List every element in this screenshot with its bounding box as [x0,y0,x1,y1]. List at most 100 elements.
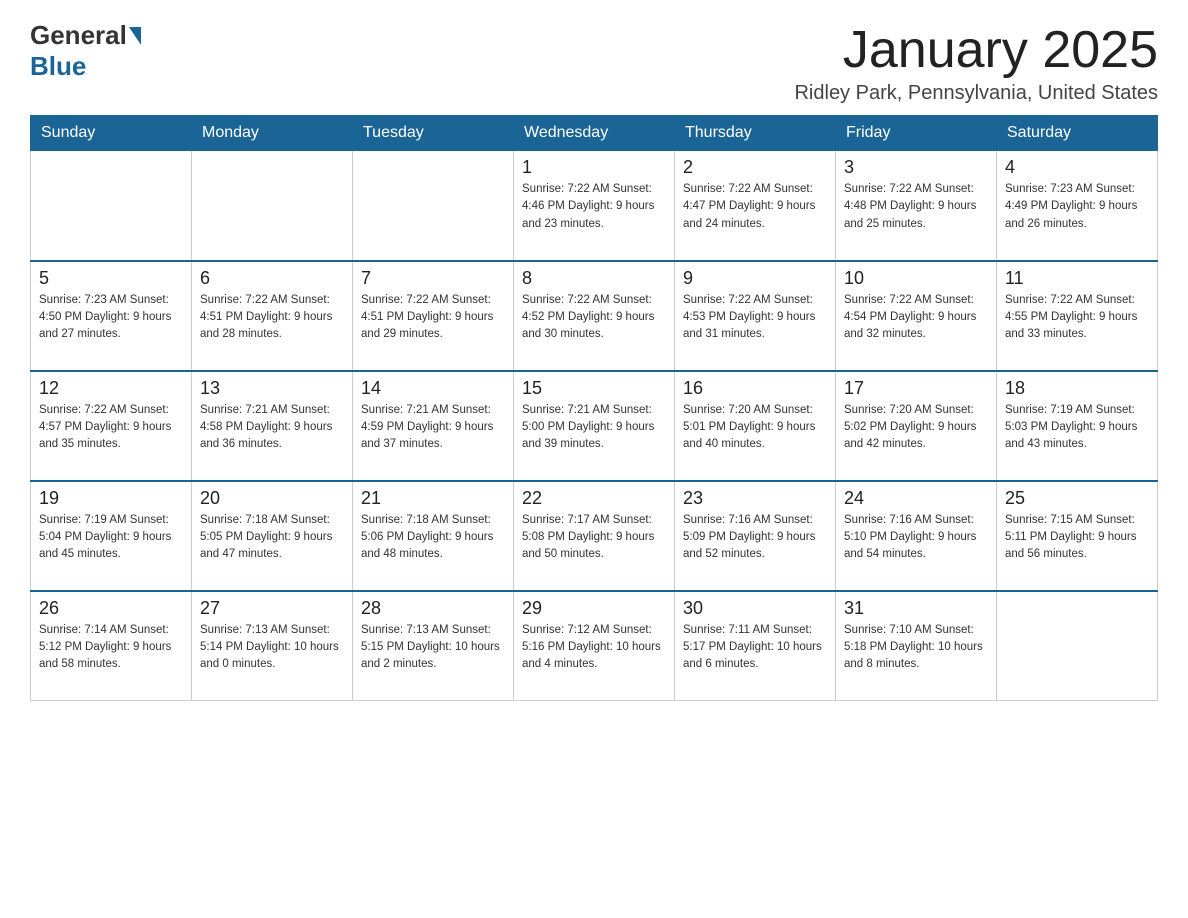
calendar-cell: 21Sunrise: 7:18 AM Sunset: 5:06 PM Dayli… [353,481,514,591]
calendar-week-row: 26 Sunrise: 7:14 AM Sunset: 5:12 PM Dayli… [31,591,1158,701]
day-info: Sunrise: 7:22 AM Sunset: 4:46 PM Dayligh… [522,181,666,233]
calendar-cell: 24 Sunrise: 7:16 AM Sunset: 5:10 PM Dayli… [836,481,997,591]
day-number: 4 [1005,157,1149,178]
day-number: 23 [683,488,827,509]
calendar-cell: 16Sunrise: 7:20 AM Sunset: 5:01 PM Dayli… [675,371,836,481]
day-info: Sunrise: 7:22 AM Sunset: 4:55 PM Dayligh… [1005,292,1149,344]
day-number: 24 [844,488,988,509]
logo-general-text: General [30,20,127,51]
day-number: 18 [1005,378,1149,399]
calendar-cell: 11 Sunrise: 7:22 AM Sunset: 4:55 PM Dayli… [997,261,1158,371]
day-info: Sunrise: 7:22 AM Sunset: 4:53 PM Dayligh… [683,292,827,344]
calendar-cell: 2 Sunrise: 7:22 AM Sunset: 4:47 PM Daylig… [675,151,836,261]
day-number: 8 [522,268,666,289]
day-info: Sunrise: 7:22 AM Sunset: 4:47 PM Dayligh… [683,181,827,233]
calendar-cell: 7Sunrise: 7:22 AM Sunset: 4:51 PM Daylig… [353,261,514,371]
calendar-cell: 9 Sunrise: 7:22 AM Sunset: 4:53 PM Daylig… [675,261,836,371]
month-title: January 2025 [794,20,1158,80]
page-header: General Blue January 2025 Ridley Park, P… [30,20,1158,105]
day-number: 6 [200,268,344,289]
day-info: Sunrise: 7:23 AM Sunset: 4:49 PM Dayligh… [1005,181,1149,233]
calendar-header-row: SundayMondayTuesdayWednesdayThursdayFrid… [31,116,1158,151]
calendar-cell: 10 Sunrise: 7:22 AM Sunset: 4:54 PM Dayli… [836,261,997,371]
calendar-cell [353,151,514,261]
day-number: 28 [361,598,505,619]
day-number: 30 [683,598,827,619]
day-number: 20 [200,488,344,509]
calendar-cell: 23Sunrise: 7:16 AM Sunset: 5:09 PM Dayli… [675,481,836,591]
title-section: January 2025 Ridley Park, Pennsylvania, … [794,20,1158,105]
calendar-cell: 28 Sunrise: 7:13 AM Sunset: 5:15 PM Dayli… [353,591,514,701]
day-number: 25 [1005,488,1149,509]
calendar-cell: 18Sunrise: 7:19 AM Sunset: 5:03 PM Dayli… [997,371,1158,481]
day-number: 7 [361,268,505,289]
day-number: 12 [39,378,183,399]
logo-blue-text: Blue [30,51,86,81]
day-info: Sunrise: 7:22 AM Sunset: 4:51 PM Dayligh… [200,292,344,344]
calendar-cell: 27Sunrise: 7:13 AM Sunset: 5:14 PM Dayli… [192,591,353,701]
day-info: Sunrise: 7:18 AM Sunset: 5:05 PM Dayligh… [200,512,344,564]
day-info: Sunrise: 7:21 AM Sunset: 4:58 PM Dayligh… [200,402,344,454]
day-info: Sunrise: 7:16 AM Sunset: 5:10 PM Dayligh… [844,512,988,564]
logo: General Blue [30,20,143,82]
column-header-tuesday: Tuesday [353,116,514,151]
day-info: Sunrise: 7:21 AM Sunset: 4:59 PM Dayligh… [361,402,505,454]
calendar-cell: 30 Sunrise: 7:11 AM Sunset: 5:17 PM Dayli… [675,591,836,701]
calendar-cell: 5 Sunrise: 7:23 AM Sunset: 4:50 PM Daylig… [31,261,192,371]
calendar-cell: 1 Sunrise: 7:22 AM Sunset: 4:46 PM Daylig… [514,151,675,261]
day-info: Sunrise: 7:22 AM Sunset: 4:54 PM Dayligh… [844,292,988,344]
day-number: 10 [844,268,988,289]
calendar-cell: 17 Sunrise: 7:20 AM Sunset: 5:02 PM Dayli… [836,371,997,481]
column-header-sunday: Sunday [31,116,192,151]
day-info: Sunrise: 7:22 AM Sunset: 4:48 PM Dayligh… [844,181,988,233]
day-info: Sunrise: 7:17 AM Sunset: 5:08 PM Dayligh… [522,512,666,564]
calendar-cell: 13 Sunrise: 7:21 AM Sunset: 4:58 PM Dayli… [192,371,353,481]
location-title: Ridley Park, Pennsylvania, United States [794,82,1158,105]
day-number: 11 [1005,268,1149,289]
day-info: Sunrise: 7:13 AM Sunset: 5:15 PM Dayligh… [361,622,505,674]
calendar-week-row: 5 Sunrise: 7:23 AM Sunset: 4:50 PM Daylig… [31,261,1158,371]
day-number: 1 [522,157,666,178]
calendar-cell [997,591,1158,701]
day-number: 26 [39,598,183,619]
day-info: Sunrise: 7:11 AM Sunset: 5:17 PM Dayligh… [683,622,827,674]
column-header-monday: Monday [192,116,353,151]
column-header-friday: Friday [836,116,997,151]
calendar-cell: 31Sunrise: 7:10 AM Sunset: 5:18 PM Dayli… [836,591,997,701]
day-info: Sunrise: 7:20 AM Sunset: 5:02 PM Dayligh… [844,402,988,454]
day-number: 2 [683,157,827,178]
calendar-cell: 25 Sunrise: 7:15 AM Sunset: 5:11 PM Dayli… [997,481,1158,591]
calendar-cell: 6 Sunrise: 7:22 AM Sunset: 4:51 PM Daylig… [192,261,353,371]
calendar-table: SundayMondayTuesdayWednesdayThursdayFrid… [30,115,1158,701]
day-number: 29 [522,598,666,619]
day-number: 17 [844,378,988,399]
day-number: 15 [522,378,666,399]
day-number: 3 [844,157,988,178]
calendar-cell: 3 Sunrise: 7:22 AM Sunset: 4:48 PM Daylig… [836,151,997,261]
day-number: 13 [200,378,344,399]
day-info: Sunrise: 7:15 AM Sunset: 5:11 PM Dayligh… [1005,512,1149,564]
day-number: 5 [39,268,183,289]
calendar-cell: 29Sunrise: 7:12 AM Sunset: 5:16 PM Dayli… [514,591,675,701]
day-info: Sunrise: 7:22 AM Sunset: 4:57 PM Dayligh… [39,402,183,454]
calendar-cell: 4 Sunrise: 7:23 AM Sunset: 4:49 PM Daylig… [997,151,1158,261]
day-info: Sunrise: 7:22 AM Sunset: 4:52 PM Dayligh… [522,292,666,344]
logo-arrow-icon [129,27,141,45]
calendar-cell: 22 Sunrise: 7:17 AM Sunset: 5:08 PM Dayli… [514,481,675,591]
day-info: Sunrise: 7:10 AM Sunset: 5:18 PM Dayligh… [844,622,988,674]
calendar-week-row: 12 Sunrise: 7:22 AM Sunset: 4:57 PM Dayli… [31,371,1158,481]
day-info: Sunrise: 7:20 AM Sunset: 5:01 PM Dayligh… [683,402,827,454]
day-info: Sunrise: 7:21 AM Sunset: 5:00 PM Dayligh… [522,402,666,454]
day-info: Sunrise: 7:18 AM Sunset: 5:06 PM Dayligh… [361,512,505,564]
day-number: 9 [683,268,827,289]
day-info: Sunrise: 7:23 AM Sunset: 4:50 PM Dayligh… [39,292,183,344]
calendar-week-row: 19Sunrise: 7:19 AM Sunset: 5:04 PM Dayli… [31,481,1158,591]
day-info: Sunrise: 7:14 AM Sunset: 5:12 PM Dayligh… [39,622,183,674]
calendar-cell: 19Sunrise: 7:19 AM Sunset: 5:04 PM Dayli… [31,481,192,591]
day-number: 22 [522,488,666,509]
column-header-thursday: Thursday [675,116,836,151]
calendar-cell: 12 Sunrise: 7:22 AM Sunset: 4:57 PM Dayli… [31,371,192,481]
calendar-cell: 8 Sunrise: 7:22 AM Sunset: 4:52 PM Daylig… [514,261,675,371]
calendar-cell [192,151,353,261]
column-header-wednesday: Wednesday [514,116,675,151]
